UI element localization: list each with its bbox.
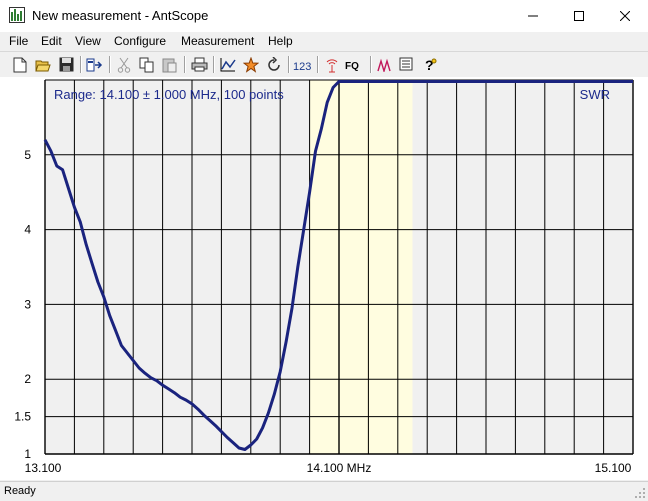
print-button[interactable] xyxy=(189,55,209,74)
maximize-button[interactable] xyxy=(556,0,602,32)
print-icon xyxy=(191,57,207,72)
band-highlight xyxy=(309,80,413,454)
close-icon xyxy=(620,11,630,21)
graph-button[interactable] xyxy=(218,55,238,74)
numeric-view-button[interactable]: 123 xyxy=(292,55,314,74)
frequency-button[interactable]: FQ xyxy=(344,55,366,74)
svg-text:123: 123 xyxy=(293,61,311,72)
smith-icon xyxy=(377,58,391,72)
antscope-app-icon xyxy=(9,7,25,23)
cut-button[interactable] xyxy=(114,55,134,74)
swr-corner-label: SWR xyxy=(580,87,610,102)
refresh-icon xyxy=(268,56,280,71)
menu-view[interactable]: View xyxy=(75,34,101,48)
swr-chart-svg[interactable]: 1 1.5 2 3 4 5 13.100 14.100 MHz 15.100 Range: 14… xyxy=(0,77,648,480)
paste-icon xyxy=(162,58,177,72)
y-tick-label: 2 xyxy=(24,372,31,386)
numeric-view-icon: 123 xyxy=(293,61,311,72)
title-bar[interactable]: New measurement - AntScope xyxy=(0,0,648,33)
menu-file[interactable]: File xyxy=(9,34,28,48)
x-tick-label: 13.100 xyxy=(25,461,62,475)
graph-icon xyxy=(220,58,236,72)
status-bar: Ready xyxy=(0,481,648,501)
refresh-button[interactable] xyxy=(264,55,284,74)
menu-help[interactable]: Help xyxy=(268,34,293,48)
menu-measurement[interactable]: Measurement xyxy=(181,34,254,48)
star-icon xyxy=(243,56,259,73)
toolbar: 123 FQ ? xyxy=(0,51,648,78)
list-button[interactable] xyxy=(397,55,417,74)
list-icon xyxy=(399,57,413,71)
save-icon xyxy=(59,57,73,72)
y-tick-label: 1.5 xyxy=(14,410,31,424)
menu-configure[interactable]: Configure xyxy=(114,34,166,48)
minimize-button[interactable] xyxy=(510,0,556,32)
status-text: Ready xyxy=(4,485,36,497)
smith-button[interactable] xyxy=(375,55,395,74)
x-tick-label: 14.100 MHz xyxy=(307,461,372,475)
maximize-icon xyxy=(574,11,584,21)
star-button[interactable] xyxy=(241,55,261,74)
copy-button[interactable] xyxy=(137,55,157,74)
antenna-icon xyxy=(326,58,338,72)
y-tick-label: 1 xyxy=(24,447,31,461)
antenna-button[interactable] xyxy=(322,55,342,74)
new-button[interactable] xyxy=(10,55,30,74)
help-button[interactable]: ? xyxy=(420,55,440,74)
menu-edit[interactable]: Edit xyxy=(41,34,62,48)
resize-grip-icon[interactable] xyxy=(634,487,646,499)
swr-chart[interactable]: 1 1.5 2 3 4 5 13.100 14.100 MHz 15.100 Range: 14… xyxy=(0,77,648,480)
y-tick-label: 4 xyxy=(24,223,31,237)
svg-text:FQ: FQ xyxy=(345,61,359,72)
help-icon: ? xyxy=(425,57,437,73)
y-tick-label: 5 xyxy=(24,148,31,162)
paste-button[interactable] xyxy=(160,55,180,74)
minimize-icon xyxy=(528,15,538,17)
export-button[interactable] xyxy=(85,55,105,74)
export-icon xyxy=(86,58,103,71)
frequency-icon: FQ xyxy=(345,61,359,72)
y-tick-label: 3 xyxy=(24,297,31,311)
x-tick-label: 15.100 xyxy=(595,461,632,475)
cut-icon xyxy=(117,57,131,73)
open-button[interactable] xyxy=(33,55,53,74)
new-file-icon xyxy=(13,57,27,72)
window-title: New measurement - AntScope xyxy=(32,8,209,23)
save-button[interactable] xyxy=(56,55,76,74)
range-label: Range: 14.100 ± 1.000 MHz, 100 points xyxy=(54,87,284,102)
copy-icon xyxy=(139,57,154,72)
close-button[interactable] xyxy=(602,0,648,32)
open-folder-icon xyxy=(35,60,51,71)
menu-bar: File Edit View Configure Measurement Hel… xyxy=(0,32,648,50)
